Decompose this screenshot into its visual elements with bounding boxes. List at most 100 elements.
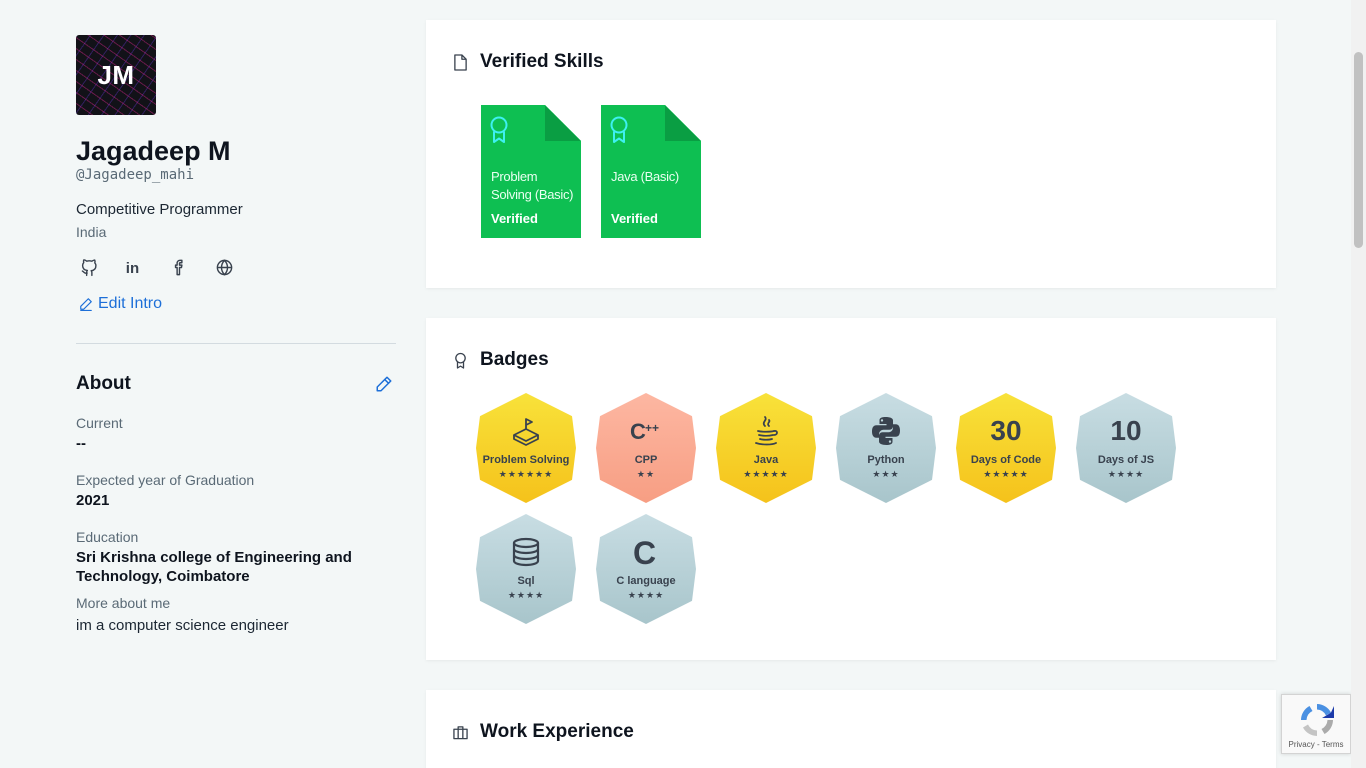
- badge-stars: ★★★★: [627, 590, 665, 600]
- verified-skills-card: Verified Skills Problem Solving (Basic) …: [426, 20, 1276, 288]
- about-header: About: [76, 373, 396, 395]
- pencil-icon: [80, 298, 92, 311]
- education-label: Education: [76, 529, 139, 545]
- website-link[interactable]: [214, 257, 234, 277]
- badge-days-of-code[interactable]: 30 Days of Code ★★★★★: [956, 393, 1056, 503]
- profile-sidebar: JM Jagadeep M @Jagadeep_mahi Competitive…: [76, 35, 396, 635]
- problem-solving-icon: [476, 416, 576, 446]
- badges-title: Badges: [480, 349, 549, 370]
- badges-header: Badges: [453, 349, 549, 371]
- java-icon: [716, 416, 816, 446]
- verified-skills-header: Verified Skills: [453, 51, 604, 73]
- cpp-icon: C ++: [596, 416, 696, 446]
- facebook-icon: [174, 259, 183, 275]
- badge-name: Days of JS: [1097, 454, 1155, 466]
- about-title: About: [76, 373, 131, 394]
- work-experience-title: Work Experience: [480, 721, 634, 742]
- education-value: Sri Krishna college of Engineering and T…: [76, 549, 352, 585]
- work-experience-header: Work Experience: [453, 721, 634, 743]
- badge-stars: ★★: [636, 469, 656, 479]
- avatar: JM: [76, 35, 156, 115]
- badge-hexagon: [596, 393, 696, 503]
- document-icon: [454, 53, 467, 71]
- badge-stars: ★★★★: [1107, 469, 1145, 479]
- svg-text:C: C: [630, 419, 646, 444]
- badge-cpp[interactable]: C ++ CPP ★★: [596, 393, 696, 503]
- github-icon: [81, 258, 97, 276]
- svg-text:in: in: [125, 260, 138, 277]
- badge-stars: ★★★: [872, 469, 900, 479]
- certificate-fold: [545, 105, 581, 141]
- badge-name: Sql: [517, 575, 535, 587]
- profile-headline: Competitive Programmer: [76, 201, 243, 218]
- scrollbar-thumb[interactable]: [1354, 52, 1363, 248]
- avatar-initials: JM: [97, 59, 135, 90]
- badge-name: Java: [753, 454, 779, 466]
- skill-status: Verified: [491, 211, 538, 226]
- divider: [76, 343, 396, 344]
- award-ribbon-icon: [490, 116, 508, 143]
- github-link[interactable]: [79, 257, 99, 277]
- recaptcha-links[interactable]: Privacy - Terms: [1282, 740, 1350, 749]
- edit-intro-label: Edit Intro: [98, 295, 163, 312]
- current-value: --: [76, 435, 86, 452]
- badge-stars: ★★★★★: [743, 469, 789, 479]
- skill-status: Verified: [611, 211, 658, 226]
- badge-name: Days of Code: [970, 454, 1042, 466]
- badge-name: Problem Solving: [482, 454, 570, 466]
- svg-text:C: C: [633, 536, 656, 568]
- edit-intro-link[interactable]: Edit Intro: [76, 295, 396, 313]
- badge-hexagon: [1076, 393, 1176, 503]
- more-about-value: im a computer science engineer: [76, 617, 289, 634]
- graduation-value: 2021: [76, 492, 110, 509]
- python-icon: [836, 416, 936, 446]
- skill-certificate[interactable]: Problem Solving (Basic) Verified: [481, 105, 581, 238]
- badge-c-language[interactable]: C C language ★★★★: [596, 514, 696, 624]
- svg-text:++: ++: [645, 421, 659, 435]
- social-links: in: [76, 257, 396, 277]
- work-experience-card: Work Experience: [426, 690, 1276, 768]
- skill-certificate[interactable]: Java (Basic) Verified: [601, 105, 701, 238]
- skill-name: Problem Solving (Basic): [491, 169, 574, 202]
- badge-name: Python: [867, 454, 905, 466]
- profile-name: Jagadeep M: [76, 136, 231, 166]
- badge-name: C language: [616, 575, 676, 587]
- recaptcha-icon: [1301, 704, 1334, 736]
- recaptcha-badge[interactable]: Privacy - Terms: [1281, 694, 1351, 754]
- badge-stars: ★★★★★★: [498, 469, 554, 479]
- scrollbar[interactable]: [1351, 0, 1366, 768]
- badge-java[interactable]: Java ★★★★★: [716, 393, 816, 503]
- profile-handle: @Jagadeep_mahi: [76, 167, 195, 183]
- linkedin-icon: in: [125, 260, 138, 277]
- graduation-label: Expected year of Graduation: [76, 472, 255, 488]
- briefcase-icon: [453, 725, 468, 739]
- c-language-icon: C: [596, 536, 696, 568]
- badge-hexagon: [836, 393, 936, 503]
- award-ribbon-icon: [610, 116, 628, 143]
- more-about-label: More about me: [76, 595, 171, 611]
- badge-stars: ★★★★★: [983, 469, 1029, 479]
- edit-about-icon[interactable]: [375, 375, 393, 393]
- badge-number: 10: [1110, 415, 1142, 446]
- badge-number: 30: [990, 415, 1022, 446]
- badge-ribbon-icon: [455, 352, 466, 369]
- linkedin-link[interactable]: in: [124, 257, 144, 277]
- facebook-link[interactable]: [169, 257, 189, 277]
- badge-hexagon: [716, 393, 816, 503]
- profile-country: India: [76, 224, 107, 240]
- badge-hexagon: [476, 393, 576, 503]
- current-label: Current: [76, 415, 123, 431]
- badge-hexagon: [476, 514, 576, 624]
- badges-card: Badges Problem Solving ★★★★★★ C ++ CPP ★★…: [426, 318, 1276, 660]
- badge-days-of-js[interactable]: 10 Days of JS ★★★★: [1076, 393, 1176, 503]
- skill-name: Java (Basic): [611, 169, 679, 184]
- badge-hexagon: [596, 514, 696, 624]
- globe-icon: [216, 258, 232, 276]
- badge-problem-solving[interactable]: Problem Solving ★★★★★★: [476, 393, 576, 503]
- badge-sql[interactable]: Sql ★★★★: [476, 514, 576, 624]
- verified-skills-title: Verified Skills: [480, 51, 604, 72]
- badge-python[interactable]: Python ★★★: [836, 393, 936, 503]
- badge-stars: ★★★★: [507, 590, 545, 600]
- badge-name: CPP: [634, 454, 658, 466]
- badge-hexagon: [956, 393, 1056, 503]
